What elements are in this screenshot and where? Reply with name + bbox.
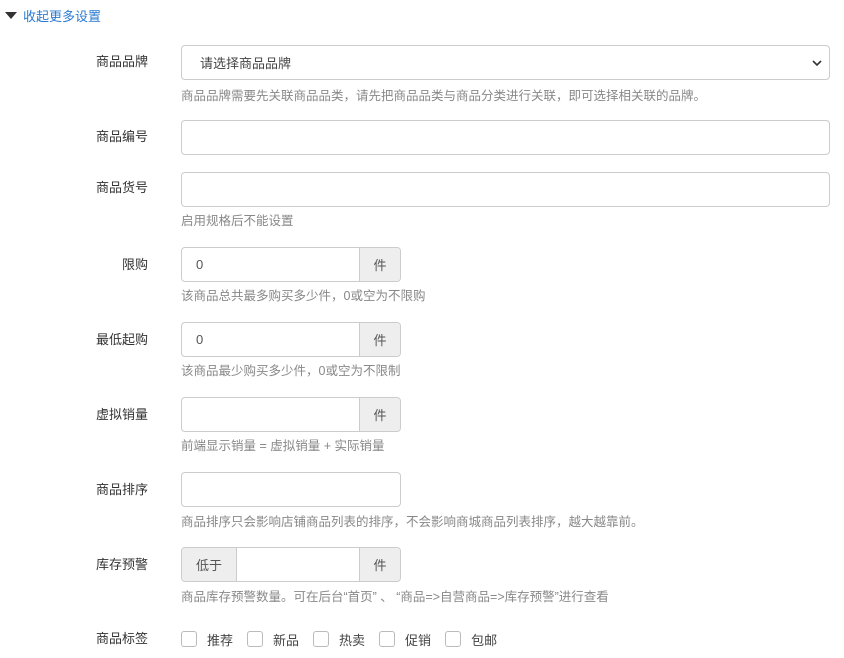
virtual-sales-label: 虚拟销量 bbox=[95, 407, 148, 422]
tag-label: 新品 bbox=[273, 632, 300, 648]
min-buy-label: 最低起购 bbox=[95, 332, 148, 347]
min-buy-input[interactable]: 0 bbox=[182, 323, 359, 356]
tag-checkbox-new[interactable]: 新品 bbox=[247, 630, 299, 649]
tags-label: 商品标签 bbox=[95, 631, 148, 646]
stock-warning-label: 库存预警 bbox=[95, 557, 148, 572]
stock-warning-unit: 件 bbox=[359, 548, 400, 581]
tag-checkbox-hot[interactable]: 热卖 bbox=[313, 630, 365, 649]
brand-label: 商品品牌 bbox=[95, 54, 148, 69]
tag-checkbox-promo[interactable]: 促销 bbox=[379, 630, 431, 649]
min-buy-group: 0 件 bbox=[181, 322, 401, 357]
stock-warning-input[interactable] bbox=[237, 548, 359, 581]
collapse-settings-label: 收起更多设置 bbox=[23, 8, 102, 24]
checkbox-box[interactable] bbox=[379, 631, 396, 647]
tag-checkbox-free-shipping[interactable]: 包邮 bbox=[445, 630, 497, 649]
stock-warning-group: 低于 件 bbox=[181, 547, 401, 582]
tags-checkbox-group: 推荐 新品 热卖 促销 包邮 bbox=[181, 630, 511, 648]
tag-checkbox-recommend[interactable]: 推荐 bbox=[181, 630, 233, 649]
checkbox-box[interactable] bbox=[181, 631, 197, 647]
sort-label: 商品排序 bbox=[95, 482, 148, 497]
limit-buy-input[interactable]: 0 bbox=[182, 248, 359, 281]
goods-barcode-input[interactable] bbox=[181, 172, 830, 207]
goods-barcode-help: 启用规格后不能设置 bbox=[181, 214, 294, 228]
sort-input[interactable] bbox=[181, 472, 401, 507]
sort-help: 商品排序只会影响店铺商品列表的排序，不会影响商城商品列表排序，越大越靠前。 bbox=[181, 515, 644, 529]
virtual-sales-unit: 件 bbox=[359, 398, 400, 431]
min-buy-unit: 件 bbox=[359, 323, 400, 356]
limit-buy-help: 该商品总共最多购买多少件，0或空为不限购 bbox=[181, 289, 426, 303]
tag-label: 推荐 bbox=[207, 632, 234, 648]
virtual-sales-group: 件 bbox=[181, 397, 401, 432]
limit-buy-unit: 件 bbox=[359, 248, 400, 281]
tag-label: 包邮 bbox=[471, 632, 498, 648]
limit-buy-label: 限购 bbox=[121, 257, 148, 272]
stock-warning-help: 商品库存预警数量。可在后台“首页” 、 “商品=>自营商品=>库存预警”进行查看 bbox=[181, 590, 609, 604]
brand-select-value: 请选择商品品牌 bbox=[200, 56, 292, 71]
tag-label: 热卖 bbox=[339, 632, 366, 648]
virtual-sales-input[interactable] bbox=[182, 398, 359, 431]
chevron-down-icon bbox=[812, 60, 822, 67]
caret-down-icon bbox=[5, 12, 17, 19]
goods-sn-label: 商品编号 bbox=[95, 129, 148, 144]
brand-help: 商品品牌需要先关联商品品类，请先把商品品类与商品分类进行关联，即可选择相关联的品… bbox=[181, 89, 707, 103]
tag-label: 促销 bbox=[405, 632, 432, 648]
collapse-settings-toggle[interactable]: 收起更多设置 bbox=[5, 5, 101, 25]
goods-sn-input[interactable] bbox=[181, 120, 830, 155]
min-buy-help: 该商品最少购买多少件，0或空为不限制 bbox=[181, 364, 401, 378]
checkbox-box[interactable] bbox=[247, 631, 264, 647]
limit-buy-group: 0 件 bbox=[181, 247, 401, 282]
checkbox-box[interactable] bbox=[313, 631, 330, 647]
brand-select[interactable]: 请选择商品品牌 bbox=[181, 45, 830, 80]
goods-barcode-label: 商品货号 bbox=[95, 180, 148, 195]
virtual-sales-help: 前端显示销量 = 虚拟销量 + 实际销量 bbox=[181, 439, 385, 453]
stock-warning-prefix: 低于 bbox=[182, 548, 237, 581]
checkbox-box[interactable] bbox=[445, 631, 462, 647]
